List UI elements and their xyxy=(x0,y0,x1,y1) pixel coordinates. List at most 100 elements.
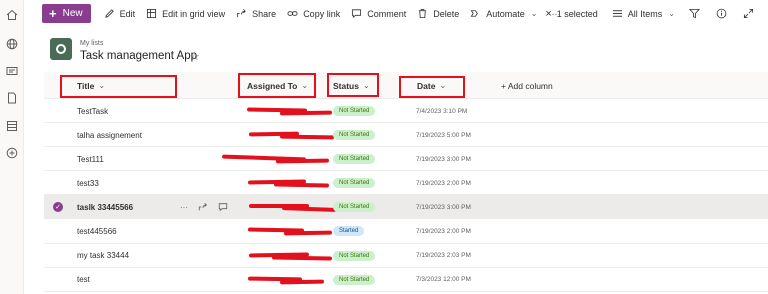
grid-icon xyxy=(147,8,157,19)
delete-button[interactable]: Delete xyxy=(417,8,459,19)
chevron-down-icon: ⌄ xyxy=(668,9,675,18)
expand-button[interactable] xyxy=(743,8,754,19)
share-icon[interactable] xyxy=(198,202,208,212)
assigned-redaction xyxy=(44,268,768,292)
breadcrumb[interactable]: My lists xyxy=(80,40,103,47)
row-title[interactable]: taslk 33445566 xyxy=(77,195,133,219)
share-label: Share xyxy=(252,8,277,19)
status-badge: Not Started xyxy=(333,178,376,189)
automate-label: Automate xyxy=(486,8,525,19)
automate-button[interactable]: Automate ⌄ xyxy=(470,8,537,19)
row-date: 7/19/2023 2:00 PM xyxy=(416,227,471,235)
row-title[interactable]: Test111 xyxy=(77,147,104,171)
status-badge: Started xyxy=(333,226,365,237)
grid-body: TestTask Not Started 7/4/2023 3:10 PM talha… xyxy=(44,99,768,292)
more-options-icon[interactable]: ··· xyxy=(180,203,188,212)
link-icon xyxy=(287,11,298,16)
table-row[interactable]: test445566 Started 7/19/2023 2:00 PM xyxy=(44,219,768,244)
assigned-redaction xyxy=(44,147,768,171)
status-badge: Not Started xyxy=(333,274,376,285)
row-title[interactable]: TestTask xyxy=(77,99,108,123)
table-row[interactable]: ✓ taslk 33445566 ··· Not Started 7/19/2023 3… xyxy=(44,195,768,220)
assigned-redaction xyxy=(44,171,768,195)
view-list-icon xyxy=(612,10,622,17)
add-circle-icon[interactable] xyxy=(5,146,19,160)
row-status[interactable]: Not Started xyxy=(333,244,376,268)
row-status[interactable]: Not Started xyxy=(333,171,376,195)
copy-link-button[interactable]: Copy link xyxy=(287,8,340,19)
redaction-scribble xyxy=(273,182,330,188)
row-title[interactable]: test445566 xyxy=(77,219,117,243)
edit-button[interactable]: Edit xyxy=(104,8,136,19)
status-badge: Not Started xyxy=(333,130,376,141)
annotation-box-assigned xyxy=(238,73,316,98)
copy-link-label: Copy link xyxy=(303,8,341,19)
clear-selection-button[interactable]: × 1 selected xyxy=(545,8,597,20)
new-button-label: New xyxy=(62,8,83,19)
table-row[interactable]: talha assignement Not Started 7/19/2023 5:… xyxy=(44,123,768,148)
assigned-redaction xyxy=(44,123,768,147)
row-title[interactable]: talha assignement xyxy=(77,123,142,147)
row-status[interactable]: Started xyxy=(333,219,365,243)
comment-button[interactable]: Comment xyxy=(351,8,406,19)
edit-label: Edit xyxy=(119,8,136,19)
table-row[interactable]: test Not Started 7/3/2023 12:00 PM xyxy=(44,268,768,292)
redaction-scribble xyxy=(271,255,333,261)
star-icon[interactable]: ☆ xyxy=(190,50,200,63)
row-date: 7/19/2023 2:03 PM xyxy=(416,252,471,260)
redaction-scribble xyxy=(279,279,325,285)
table-row[interactable]: TestTask Not Started 7/4/2023 3:10 PM xyxy=(44,99,768,124)
row-title[interactable]: test xyxy=(77,268,90,292)
list-icon[interactable] xyxy=(5,119,19,133)
new-button[interactable]: + New xyxy=(42,4,91,23)
selected-count: 1 selected xyxy=(556,8,598,19)
row-status[interactable]: Not Started xyxy=(333,99,376,123)
status-badge: Not Started xyxy=(333,202,376,213)
redaction-scribble xyxy=(221,154,307,162)
globe-icon[interactable] xyxy=(5,37,19,51)
row-title[interactable]: test33 xyxy=(77,171,99,195)
row-title[interactable]: my task 33444 xyxy=(77,244,129,268)
assigned-redaction xyxy=(44,195,768,219)
trash-icon xyxy=(419,8,427,19)
app-rail xyxy=(0,0,24,294)
redaction-scribble xyxy=(283,231,333,236)
annotation-box-date xyxy=(399,76,465,98)
add-column-button[interactable]: + Add column xyxy=(501,72,553,99)
command-bar: + New Edit Edit in grid view Share Copy … xyxy=(24,0,768,27)
plus-icon: + xyxy=(49,6,57,21)
add-column-label: + Add column xyxy=(501,80,553,91)
redaction-scribble xyxy=(281,206,337,213)
redaction-scribble xyxy=(279,110,333,116)
table-row[interactable]: test33 Not Started 7/19/2023 2:00 PM xyxy=(44,171,768,196)
row-status[interactable]: Not Started xyxy=(333,123,376,147)
annotation-box-status xyxy=(327,73,379,97)
table-row[interactable]: my task 33444 Not Started 7/19/2023 2:03 P… xyxy=(44,244,768,268)
pencil-icon xyxy=(104,9,114,18)
list-grid: Title ⌄ Assigned To ⌄ Status ⌄ Date ⌄ + … xyxy=(44,72,768,292)
info-icon xyxy=(716,8,727,19)
edit-grid-label: Edit in grid view xyxy=(162,8,226,19)
row-status[interactable]: Not Started xyxy=(333,147,376,171)
page-title: Task management App xyxy=(80,50,197,62)
row-status[interactable]: Not Started xyxy=(333,268,376,292)
edit-grid-button[interactable]: Edit in grid view xyxy=(146,8,225,19)
assigned-redaction xyxy=(44,99,768,123)
comment-icon[interactable] xyxy=(218,202,228,212)
close-icon: × xyxy=(545,7,552,20)
info-button[interactable] xyxy=(716,8,727,19)
filter-button[interactable] xyxy=(689,8,700,19)
redaction-scribble xyxy=(275,158,330,164)
redaction-scribble xyxy=(246,107,308,113)
row-status[interactable]: Not Started xyxy=(333,195,376,219)
share-button[interactable]: Share xyxy=(236,8,276,19)
view-switcher[interactable]: All Items ⌄ xyxy=(612,8,675,19)
row-selected-check-icon[interactable]: ✓ xyxy=(53,202,63,213)
file-icon[interactable] xyxy=(5,91,19,105)
table-row[interactable]: Test111 Not Started 7/19/2023 3:00 PM xyxy=(44,147,768,172)
row-date: 7/19/2023 5:00 PM xyxy=(416,131,471,139)
home-icon[interactable] xyxy=(5,8,19,22)
row-date: 7/4/2023 3:10 PM xyxy=(416,107,468,115)
news-icon[interactable] xyxy=(5,64,19,78)
row-date: 7/19/2023 2:00 PM xyxy=(416,179,471,187)
